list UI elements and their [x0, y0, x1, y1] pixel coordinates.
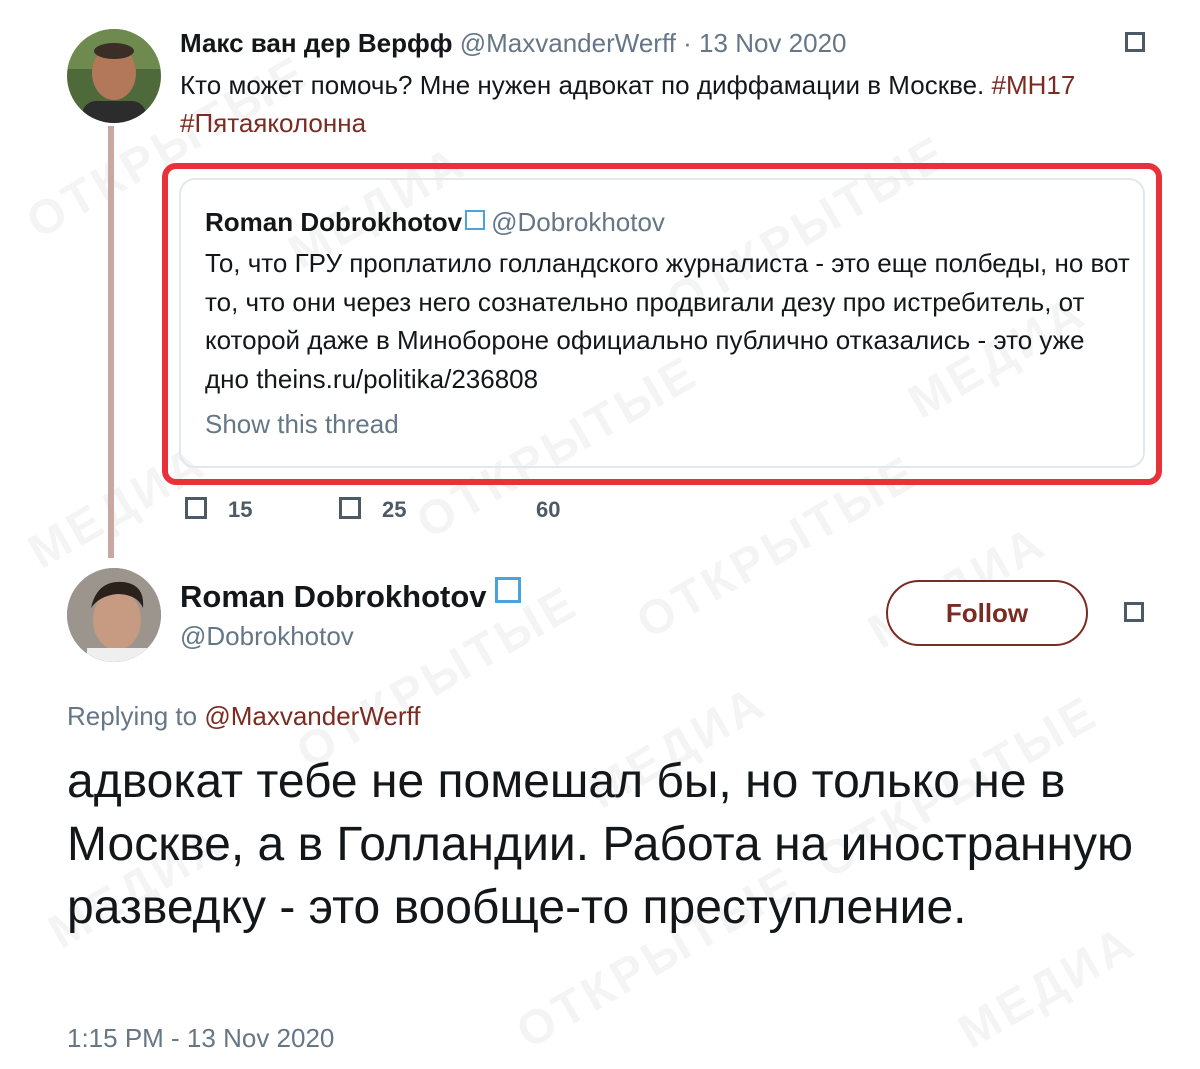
quote-author-handle[interactable]: @Dobrokhotov [491, 207, 665, 237]
replying-to-label: Replying to [67, 701, 205, 731]
tweet-timestamp[interactable]: 1:15 PM - 13 Nov 2020 [67, 1022, 334, 1054]
reply-icon[interactable] [185, 497, 207, 519]
caret-menu-icon[interactable] [1125, 32, 1145, 52]
retweet-count[interactable]: 25 [382, 496, 406, 524]
replying-to-handle[interactable]: @MaxvanderWerff [204, 701, 420, 731]
reply-author-handle[interactable]: @Dobrokhotov [180, 620, 354, 652]
quote-text: То, что ГРУ проплатило голландского журн… [205, 248, 1130, 394]
author-name[interactable]: Макс ван дер Верфф [180, 28, 453, 58]
reply-tweet-text: адвокат тебе не помешал бы, но только не… [67, 755, 1134, 934]
avatar-photo [67, 568, 161, 662]
quote-author-name[interactable]: Roman Dobrokhotov [205, 207, 462, 237]
follow-button[interactable]: Follow [886, 580, 1088, 646]
caret-menu-icon[interactable] [1124, 602, 1144, 622]
tweet-date[interactable]: 13 Nov 2020 [699, 28, 846, 58]
verified-badge-icon [465, 210, 486, 230]
avatar-photo [67, 29, 161, 123]
reply-count[interactable]: 15 [228, 496, 252, 524]
tweet-text-body: Кто может помочь? Мне нужен адвокат по д… [180, 70, 992, 100]
retweet-icon[interactable] [339, 497, 361, 519]
tweet-text: Кто может помочь? Мне нужен адвокат по д… [180, 66, 1160, 142]
verified-badge-icon [494, 577, 521, 603]
hashtag-link[interactable]: #Пятаяколонна [180, 108, 366, 138]
avatar[interactable] [67, 29, 161, 123]
show-thread-link[interactable]: Show this thread [205, 408, 399, 440]
author-handle[interactable]: @MaxvanderWerff [460, 28, 676, 58]
tweet-header: Макс ван дер Верфф @MaxvanderWerff · 13 … [180, 27, 847, 59]
quote-header: Roman Dobrokhotov @Dobrokhotov [205, 206, 665, 238]
reply-author-row: Roman Dobrokhotov [180, 577, 521, 616]
thread-connector-line [108, 126, 114, 558]
hashtag-link[interactable]: #MH17 [992, 70, 1076, 100]
reply-author-name[interactable]: Roman Dobrokhotov [180, 579, 487, 614]
avatar[interactable] [67, 568, 161, 662]
like-count[interactable]: 60 [536, 496, 560, 524]
replying-to: Replying to @MaxvanderWerff [67, 700, 421, 732]
header-separator: · [675, 28, 700, 58]
